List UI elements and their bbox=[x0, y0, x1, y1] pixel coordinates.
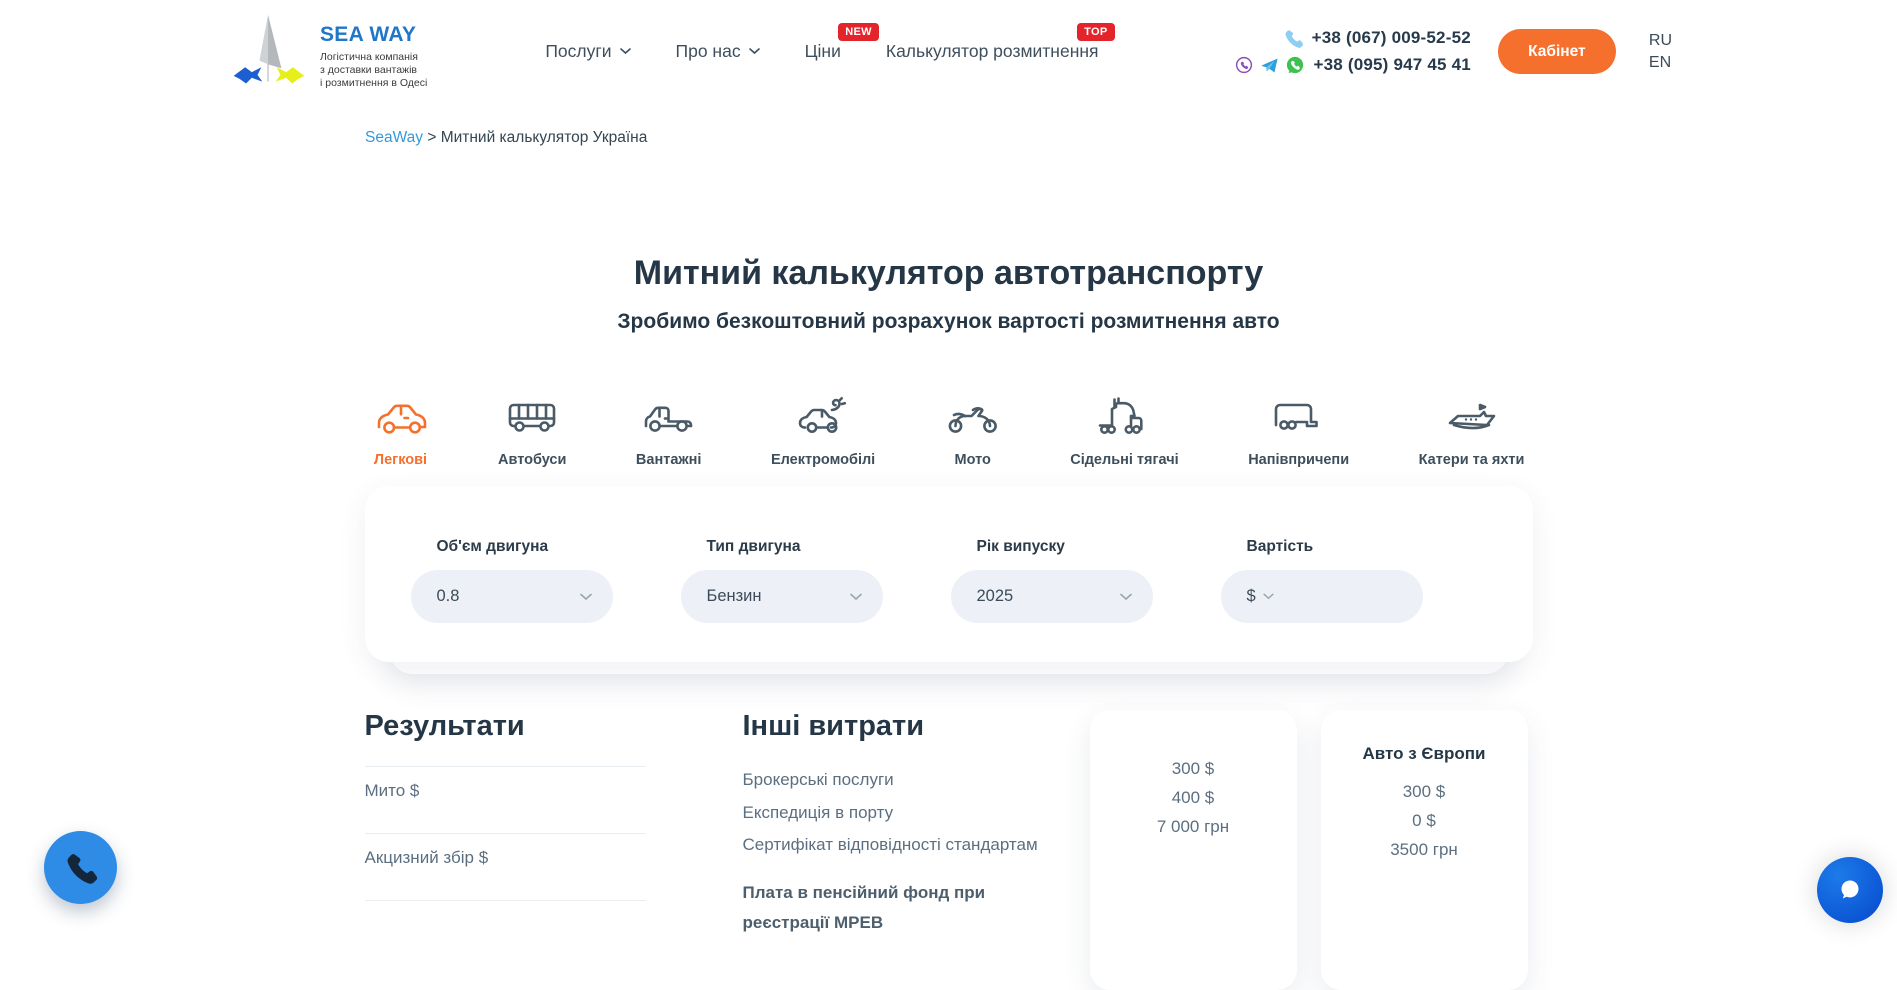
price-input-box[interactable]: $ bbox=[1221, 570, 1423, 623]
tab-semi-trucks[interactable]: Сідельні тягачі bbox=[1070, 396, 1178, 468]
pension-fund-note: Плата в пенсійний фонд при реєстрації МР… bbox=[743, 878, 1043, 938]
phone-row-1: +38 (067) 009-52-52 bbox=[1284, 28, 1471, 48]
phone-icon bbox=[1284, 29, 1303, 48]
price-cards: 300 $ 400 $ 7 000 грн Авто з Європи 300 … bbox=[1090, 710, 1528, 990]
lang-ru[interactable]: RU bbox=[1649, 30, 1672, 52]
viber-icon[interactable] bbox=[1235, 56, 1253, 74]
phone-icon bbox=[65, 852, 97, 884]
result-row-duty: Мито $ bbox=[365, 766, 646, 833]
phone-number-2[interactable]: +38 (095) 947 45 41 bbox=[1313, 55, 1470, 75]
year-select[interactable]: 2025 bbox=[951, 570, 1153, 623]
calculator-form: Об'єм двигуна 0.8 Тип двигуна Бензин Рік… bbox=[365, 486, 1533, 662]
phone-number-1[interactable]: +38 (067) 009-52-52 bbox=[1312, 28, 1471, 48]
motorcycle-icon bbox=[945, 396, 1001, 440]
currency-selector[interactable]: $ bbox=[1247, 587, 1256, 606]
nav-item-prices[interactable]: Ціни NEW bbox=[805, 41, 841, 62]
top-badge: TOP bbox=[1077, 23, 1114, 41]
chat-bubble-icon bbox=[1833, 873, 1867, 907]
results-title: Результати bbox=[365, 710, 646, 743]
results-column: Результати Мито $ Акцизний збір $ bbox=[365, 710, 646, 901]
year-label: Рік випуску bbox=[977, 538, 1153, 556]
nav-item-services[interactable]: Послуги bbox=[545, 41, 630, 62]
price-value: 3500 грн bbox=[1331, 835, 1518, 864]
chat-widget-button[interactable] bbox=[1817, 857, 1883, 923]
breadcrumb-separator: > bbox=[423, 129, 441, 146]
chevron-down-icon bbox=[580, 593, 592, 601]
page-title: Митний калькулятор автотранспорту bbox=[0, 251, 1897, 295]
vehicle-type-tabs: Легкові Автобуси Вантажні Електромобілі bbox=[369, 396, 1529, 468]
logo-subtitle: Логістична компанія з доставки вантажів … bbox=[320, 51, 427, 90]
engine-type-field: Тип двигуна Бензин bbox=[681, 538, 883, 662]
header: SEA WAY Логістична компанія з доставки в… bbox=[0, 0, 1897, 103]
other-costs-column: Інші витрати Брокерські послуги Експедиц… bbox=[743, 710, 1079, 938]
nav-item-about[interactable]: Про нас bbox=[676, 41, 760, 62]
year-field: Рік випуску 2025 bbox=[951, 538, 1153, 662]
chevron-down-icon bbox=[850, 593, 862, 601]
price-value: 300 $ bbox=[1331, 777, 1518, 806]
trailer-icon bbox=[1271, 396, 1327, 440]
calculator-card: Об'єм двигуна 0.8 Тип двигуна Бензин Рік… bbox=[365, 486, 1533, 662]
price-value: 0 $ bbox=[1331, 806, 1518, 835]
engine-type-select[interactable]: Бензин bbox=[681, 570, 883, 623]
engine-volume-select[interactable]: 0.8 bbox=[411, 570, 613, 623]
logo-title: SEA WAY bbox=[320, 23, 427, 47]
price-field: Вартість $ bbox=[1221, 538, 1423, 662]
yacht-icon bbox=[1444, 396, 1500, 440]
other-cost-item: Експедиція в порту bbox=[743, 797, 1079, 830]
telegram-icon[interactable] bbox=[1260, 57, 1279, 74]
tab-electric-cars[interactable]: Електромобілі bbox=[771, 396, 875, 468]
breadcrumb: SeaWay > Митний калькулятор Україна bbox=[365, 129, 1897, 147]
seaway-boat-logo-icon bbox=[226, 9, 312, 95]
result-row-excise: Акцизний збір $ bbox=[365, 833, 646, 901]
tab-buses[interactable]: Автобуси bbox=[498, 396, 566, 468]
main-nav: Послуги Про нас Ціни NEW Калькулятор роз… bbox=[545, 41, 1098, 62]
new-badge: NEW bbox=[838, 23, 879, 41]
electric-car-icon bbox=[795, 396, 851, 440]
chevron-down-icon bbox=[1120, 593, 1132, 601]
price-value: 400 $ bbox=[1100, 783, 1287, 812]
header-contacts: +38 (067) 009-52-52 +38 (095) 947 45 41 bbox=[1235, 28, 1470, 75]
price-card-title: Авто з Європи bbox=[1331, 744, 1518, 764]
phone-row-2: +38 (095) 947 45 41 bbox=[1235, 55, 1470, 75]
engine-volume-label: Об'єм двигуна bbox=[437, 538, 613, 556]
tab-cars[interactable]: Легкові bbox=[373, 396, 429, 468]
price-card-standard: 300 $ 400 $ 7 000 грн bbox=[1090, 710, 1297, 990]
price-card-europe: Авто з Європи 300 $ 0 $ 3500 грн bbox=[1321, 710, 1528, 990]
tab-boats-yachts[interactable]: Катери та яхти bbox=[1419, 396, 1525, 468]
chevron-down-icon bbox=[620, 48, 631, 55]
nav-item-customs-calculator[interactable]: Калькулятор розмитнення TOP bbox=[886, 41, 1099, 62]
chevron-down-icon bbox=[1263, 593, 1274, 600]
results-section: Результати Мито $ Акцизний збір $ Інші в… bbox=[365, 710, 1533, 990]
call-fab-button[interactable] bbox=[44, 831, 117, 904]
tab-motorcycles[interactable]: Мото bbox=[945, 396, 1001, 468]
bus-icon bbox=[504, 396, 560, 440]
breadcrumb-home-link[interactable]: SeaWay bbox=[365, 129, 423, 146]
other-costs-title: Інші витрати bbox=[743, 710, 1079, 743]
price-value: 300 $ bbox=[1100, 754, 1287, 783]
page-subtitle: Зробимо безкоштовний розрахунок вартості… bbox=[0, 308, 1897, 336]
messenger-icons bbox=[1235, 56, 1304, 74]
other-cost-item: Сертифікат відповідності стандартам bbox=[743, 829, 1079, 862]
car-icon bbox=[373, 396, 429, 440]
truck-icon bbox=[641, 396, 697, 440]
whatsapp-icon[interactable] bbox=[1286, 56, 1304, 74]
price-value: 7 000 грн bbox=[1100, 812, 1287, 841]
breadcrumb-current: Митний калькулятор Україна bbox=[441, 129, 648, 146]
tab-semi-trailers[interactable]: Напівпричепи bbox=[1248, 396, 1349, 468]
lang-en[interactable]: EN bbox=[1649, 52, 1672, 74]
price-input[interactable] bbox=[1281, 586, 1402, 607]
language-switcher: RU EN bbox=[1649, 30, 1672, 74]
cabinet-button[interactable]: Кабінет bbox=[1498, 29, 1616, 74]
other-cost-item: Брокерські послуги bbox=[743, 764, 1079, 797]
engine-type-label: Тип двигуна bbox=[707, 538, 883, 556]
semi-truck-icon bbox=[1096, 396, 1152, 440]
price-label: Вартість bbox=[1247, 538, 1423, 556]
engine-volume-field: Об'єм двигуна 0.8 bbox=[411, 538, 613, 662]
chevron-down-icon bbox=[749, 48, 760, 55]
tab-trucks[interactable]: Вантажні bbox=[636, 396, 702, 468]
logo[interactable]: SEA WAY Логістична компанія з доставки в… bbox=[226, 9, 427, 95]
